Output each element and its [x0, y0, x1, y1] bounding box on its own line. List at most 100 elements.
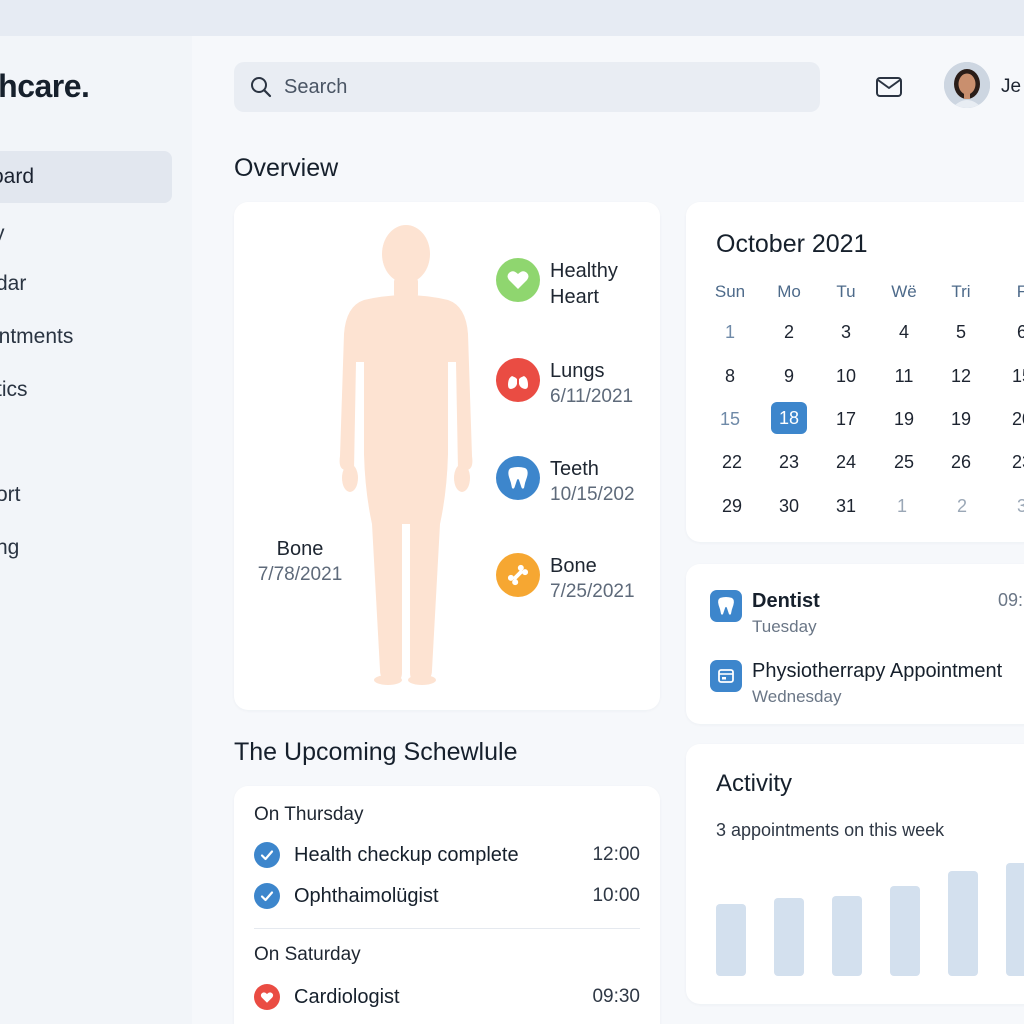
- calendar-day[interactable]: 23: [1002, 452, 1024, 473]
- calendar-day[interactable]: 29: [712, 496, 752, 517]
- calendar-weekday: Wë: [891, 282, 917, 301]
- calendar-day[interactable]: 15: [710, 409, 750, 430]
- mail-icon[interactable]: [874, 74, 904, 100]
- calendar-day[interactable]: 26: [941, 452, 981, 473]
- heart-icon: [254, 984, 280, 1010]
- bone-icon: [496, 553, 540, 597]
- schedule-item[interactable]: Ophthaimolügist 10:00: [254, 881, 640, 911]
- calendar-day[interactable]: 3: [826, 322, 866, 343]
- organ-name: Bone: [550, 555, 597, 577]
- schedule-item-label: Ophthaimolügist: [294, 884, 439, 907]
- organ-bone[interactable]: Bone 7/25/2021: [496, 553, 635, 605]
- organ-lungs[interactable]: Lungs 6/11/2021: [496, 358, 633, 410]
- sidebar-item-appointments[interactable]: intments: [0, 311, 172, 363]
- schedule-day-heading: On Thursday: [254, 804, 364, 825]
- calendar-day[interactable]: 9: [769, 366, 809, 387]
- human-body-figure: [339, 225, 473, 685]
- sidebar: thcare. oard y dar intments tics ort ng: [0, 36, 192, 1024]
- calendar-day[interactable]: 15: [1002, 366, 1024, 387]
- sidebar-item-statistics[interactable]: tics: [0, 364, 172, 416]
- calendar-day[interactable]: 4: [884, 322, 924, 343]
- calendar-weekday: Tu: [836, 282, 856, 301]
- organ-name: Teeth: [550, 458, 599, 480]
- search-bar[interactable]: [234, 62, 820, 112]
- calendar-day[interactable]: 11: [884, 366, 924, 387]
- activity-bar: [1006, 863, 1024, 976]
- calendar-day[interactable]: 5: [941, 322, 981, 343]
- sidebar-item-dashboard[interactable]: oard: [0, 151, 172, 203]
- schedule-day-heading: On Saturday: [254, 944, 361, 965]
- user-name: Je: [1001, 76, 1022, 97]
- calendar-weekday: Sun: [714, 282, 746, 301]
- sidebar-item-label: y: [0, 222, 5, 246]
- calendar-day[interactable]: 24: [826, 452, 866, 473]
- schedule-item-time: 09:30: [592, 986, 640, 1007]
- appointment-day: Wednesday: [752, 687, 842, 706]
- calendar-month-title: October 2021: [716, 230, 868, 258]
- calendar-day-selected[interactable]: 18: [771, 402, 807, 434]
- calendar-day[interactable]: 31: [826, 496, 866, 517]
- sidebar-item-label: tics: [0, 378, 28, 401]
- window-top-strip: [0, 0, 1024, 36]
- schedule-item-label: Cardiologist: [294, 985, 400, 1008]
- activity-subtitle: 3 appointments on this week: [716, 820, 945, 840]
- calendar-day[interactable]: 1: [882, 496, 922, 517]
- calendar-day[interactable]: 19: [884, 409, 924, 430]
- lungs-icon: [496, 358, 540, 402]
- tooth-icon: [496, 456, 540, 500]
- calendar-day[interactable]: 6: [1002, 322, 1024, 343]
- activity-bar: [774, 898, 804, 976]
- calendar-day[interactable]: 19: [941, 409, 981, 430]
- schedule-item-label: Health checkup complete: [294, 843, 519, 866]
- calendar-day[interactable]: 30: [769, 496, 809, 517]
- calendar-day[interactable]: 8: [710, 366, 750, 387]
- calendar-day[interactable]: 23: [769, 452, 809, 473]
- sidebar-item-label: ng: [0, 536, 20, 559]
- tooth-icon: [710, 590, 742, 622]
- divider: [254, 928, 640, 929]
- calendar-card: October 2021 Sun Mo Tu Wë Tri F 1 2 3 4 …: [686, 202, 1024, 542]
- sidebar-item-label: intments: [0, 325, 74, 348]
- activity-bar: [890, 886, 920, 976]
- check-icon: [254, 883, 280, 909]
- sidebar-item-setting[interactable]: ng: [0, 522, 172, 574]
- schedule-card: On Thursday Health checkup complete 12:0…: [234, 786, 660, 1024]
- marker-name: Bone: [276, 538, 324, 560]
- activity-card: Activity 3 appointments on this week: [686, 744, 1024, 1004]
- sidebar-item-label: ort: [0, 483, 21, 506]
- appointment-time: 09:: [998, 590, 1024, 610]
- activity-bar: [716, 904, 746, 976]
- marker-date: 7/78/2021: [257, 564, 343, 585]
- calendar-day[interactable]: 3: [1002, 496, 1024, 517]
- avatar[interactable]: [944, 62, 990, 108]
- calendar-day[interactable]: 2: [942, 496, 982, 517]
- calendar-day[interactable]: 22: [712, 452, 752, 473]
- appointments-card: Dentist Tuesday 09: Physiotherrapy Appoi…: [686, 564, 1024, 724]
- overview-title: Overview: [234, 154, 339, 182]
- schedule-item[interactable]: Cardiologist 09:30: [254, 982, 640, 1012]
- appointment-item[interactable]: Physiotherrapy Appointment Wednesday: [710, 658, 1002, 710]
- sidebar-item-history[interactable]: y: [0, 208, 172, 260]
- calendar-day[interactable]: 1: [710, 322, 750, 343]
- organ-teeth[interactable]: Teeth 10/15/202: [496, 456, 635, 508]
- sidebar-item-calendar[interactable]: dar: [0, 258, 172, 310]
- schedule-item-time: 10:00: [592, 885, 640, 906]
- schedule-item-time: 12:00: [592, 844, 640, 865]
- appointment-item[interactable]: Dentist Tuesday: [710, 588, 820, 640]
- heart-icon: [496, 258, 540, 302]
- sidebar-item-support[interactable]: ort: [0, 469, 172, 521]
- brand-logo: thcare.: [0, 68, 90, 104]
- user-avatar-icon: [944, 62, 990, 108]
- calendar-day[interactable]: 20: [1002, 409, 1024, 430]
- body-marker-bone[interactable]: Bone 7/78/2021: [250, 536, 350, 588]
- calendar-day[interactable]: 17: [826, 409, 866, 430]
- calendar-day[interactable]: 2: [769, 322, 809, 343]
- organ-name: Lungs: [550, 360, 605, 382]
- search-input[interactable]: [284, 75, 764, 99]
- calendar-day[interactable]: 12: [941, 366, 981, 387]
- calendar-day[interactable]: 25: [884, 452, 924, 473]
- calendar-day[interactable]: 10: [826, 366, 866, 387]
- calendar-weekday: F: [1016, 282, 1024, 301]
- organ-heart[interactable]: Healthy Heart: [496, 258, 618, 310]
- schedule-item[interactable]: Health checkup complete 12:00: [254, 840, 640, 870]
